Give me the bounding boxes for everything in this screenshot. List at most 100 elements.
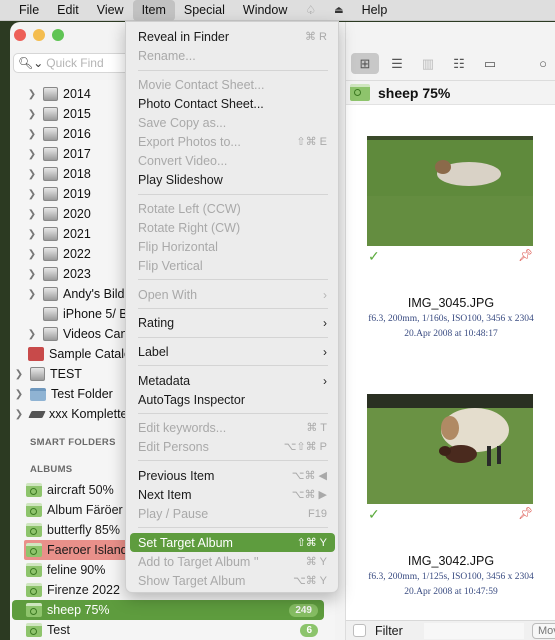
menu-item-reveal-in-finder[interactable]: Reveal in Finder ⌘ R bbox=[130, 27, 335, 46]
chevron-right-icon[interactable]: ❯ bbox=[14, 389, 24, 400]
disk-icon bbox=[43, 207, 58, 221]
chevron-right-icon[interactable]: ❯ bbox=[27, 209, 37, 220]
tree-item-2015[interactable]: ❯ 2015 bbox=[27, 104, 91, 124]
chevron-right-icon[interactable]: ❯ bbox=[27, 289, 37, 300]
eject-icon[interactable]: ⏏ bbox=[325, 5, 352, 16]
quick-find-field[interactable]: 🔍︎⌄ bbox=[13, 53, 138, 73]
smart-folders-heading[interactable]: SMART FOLDERS bbox=[30, 437, 116, 448]
menu-item-label-submenu[interactable]: Label › bbox=[130, 342, 335, 361]
quick-find-input[interactable] bbox=[46, 56, 137, 70]
search-icon[interactable]: 🔍︎⌄ bbox=[18, 56, 43, 70]
menu-window[interactable]: Window bbox=[234, 0, 296, 21]
chevron-right-icon[interactable]: ❯ bbox=[27, 149, 37, 160]
search-button[interactable]: ○ bbox=[529, 53, 555, 74]
chevron-right-icon[interactable]: ❯ bbox=[27, 169, 37, 180]
pin-icon[interactable]: 📌︎ bbox=[518, 506, 533, 520]
chevron-right-icon[interactable]: ❯ bbox=[27, 109, 37, 120]
menu-item-autotags-inspector[interactable]: AutoTags Inspector bbox=[130, 390, 335, 409]
menu-item-flip-horizontal[interactable]: Flip Horizontal bbox=[130, 237, 335, 256]
album-item-selected[interactable]: sheep 75% 249 bbox=[12, 600, 324, 620]
menu-item-show-target-album[interactable]: Show Target Album ⌥⌘ Y bbox=[130, 571, 335, 590]
menu-item-rotate-left[interactable]: Rotate Left (CCW) bbox=[130, 199, 335, 218]
menu-item-save-copy-as[interactable]: Save Copy as... bbox=[130, 113, 335, 132]
tree-item-2019[interactable]: ❯ 2019 bbox=[27, 184, 91, 204]
menu-item-edit-keywords[interactable]: Edit keywords... ⌘ T bbox=[130, 418, 335, 437]
tree-item-label: 2021 bbox=[63, 227, 91, 241]
chevron-right-icon[interactable]: ❯ bbox=[14, 369, 24, 380]
menu-special[interactable]: Special bbox=[175, 0, 234, 21]
close-button[interactable] bbox=[14, 29, 26, 41]
menu-separator bbox=[138, 365, 328, 366]
photo-thumbnail[interactable] bbox=[367, 394, 533, 504]
chevron-right-icon[interactable]: ❯ bbox=[27, 229, 37, 240]
album-item[interactable]: Faeroer Islands bbox=[24, 540, 134, 560]
disk-icon bbox=[43, 87, 58, 101]
menu-item-play-slideshow[interactable]: Play Slideshow bbox=[130, 170, 335, 189]
menu-item-next-item[interactable]: Next Item ⌥⌘ ▶ bbox=[130, 485, 335, 504]
menu-item-photo-contact-sheet[interactable]: Photo Contact Sheet... bbox=[130, 94, 335, 113]
tree-item-test[interactable]: ❯ TEST bbox=[14, 364, 82, 384]
menu-item-rating[interactable]: Rating › bbox=[130, 313, 335, 332]
tree-item-2020[interactable]: ❯ 2020 bbox=[27, 204, 91, 224]
menu-item-previous-item[interactable]: Previous Item ⌥⌘ ◀ bbox=[130, 466, 335, 485]
menu-item-rotate-right[interactable]: Rotate Right (CW) bbox=[130, 218, 335, 237]
filter-input[interactable] bbox=[424, 623, 524, 639]
menu-item[interactable]: Item bbox=[132, 0, 175, 21]
grid-view-button[interactable]: ⊞ bbox=[351, 53, 379, 74]
menu-item-flip-vertical[interactable]: Flip Vertical bbox=[130, 256, 335, 275]
tree-item-catalog[interactable]: Sample Catalog bbox=[28, 344, 138, 364]
chevron-right-icon[interactable]: ❯ bbox=[14, 409, 24, 420]
list-view-button[interactable]: ☰ bbox=[383, 53, 411, 74]
albums-heading[interactable]: ALBUMS bbox=[30, 464, 72, 475]
movie-button[interactable]: Movie bbox=[532, 623, 555, 639]
checkmark-icon[interactable]: ✓ bbox=[368, 248, 380, 265]
menu-item-convert-video[interactable]: Convert Video... bbox=[130, 151, 335, 170]
tree-item-volume[interactable]: ❯ Videos Cano bbox=[27, 324, 134, 344]
tree-item-2021[interactable]: ❯ 2021 bbox=[27, 224, 91, 244]
menu-item-add-to-target-album[interactable]: Add to Target Album '' ⌘ Y bbox=[130, 552, 335, 571]
filmstrip-view-button[interactable]: ▭ bbox=[476, 53, 504, 74]
menu-item-export-photos[interactable]: Export Photos to... ⇧⌘ E bbox=[130, 132, 335, 151]
chevron-right-icon[interactable]: ❯ bbox=[27, 129, 37, 140]
menu-item-metadata[interactable]: Metadata › bbox=[130, 371, 335, 390]
filter-bar: Filter Movie bbox=[346, 620, 555, 640]
tree-item-volume[interactable]: ❯ Andy's Bilde bbox=[27, 284, 131, 304]
album-item[interactable]: Test 6 bbox=[12, 620, 324, 640]
chevron-right-icon[interactable]: ❯ bbox=[27, 89, 37, 100]
pin-icon[interactable]: 📌︎ bbox=[518, 248, 533, 262]
chevron-right-icon[interactable]: ❯ bbox=[27, 249, 37, 260]
tree-item-2014[interactable]: ❯ 2014 bbox=[27, 84, 91, 104]
menu-item-rename[interactable]: Rename... bbox=[130, 46, 335, 65]
photo-thumbnail[interactable] bbox=[367, 136, 533, 246]
menu-item-play-pause[interactable]: Play / Pause F19 bbox=[130, 504, 335, 523]
tree-item-2017[interactable]: ❯ 2017 bbox=[27, 144, 91, 164]
detail-list-view-button[interactable]: ☷ bbox=[445, 53, 473, 74]
tree-item-drive[interactable]: ❯ xxx Komplette bbox=[14, 404, 128, 424]
menu-edit[interactable]: Edit bbox=[48, 0, 88, 21]
menu-view[interactable]: View bbox=[88, 0, 133, 21]
chevron-right-icon[interactable]: ❯ bbox=[27, 329, 37, 340]
tree-item-test-folder[interactable]: ❯ Test Folder bbox=[14, 384, 113, 404]
shortcut-label: ⇧⌘ E bbox=[296, 136, 327, 148]
menu-item-edit-persons[interactable]: Edit Persons ⌥⇧⌘ P bbox=[130, 437, 335, 456]
checkmark-icon[interactable]: ✓ bbox=[368, 506, 380, 523]
tree-item-2016[interactable]: ❯ 2016 bbox=[27, 124, 91, 144]
count-badge: 249 bbox=[289, 603, 318, 617]
zoom-button[interactable] bbox=[52, 29, 64, 41]
tree-item-2018[interactable]: ❯ 2018 bbox=[27, 164, 91, 184]
menu-help[interactable]: Help bbox=[353, 0, 397, 21]
filter-checkbox[interactable] bbox=[353, 624, 366, 637]
chevron-right-icon[interactable]: ❯ bbox=[27, 189, 37, 200]
menu-item-open-with[interactable]: Open With › bbox=[130, 285, 335, 304]
chevron-right-icon[interactable]: ❯ bbox=[27, 269, 37, 280]
menu-item-movie-contact-sheet[interactable]: Movie Contact Sheet... bbox=[130, 75, 335, 94]
minimize-button[interactable] bbox=[33, 29, 45, 41]
tree-item-volume[interactable]: ❯iPhone 5/ Ba bbox=[27, 304, 135, 324]
column-view-button[interactable]: ▥ bbox=[414, 53, 442, 74]
submenu-chevron-icon: › bbox=[323, 315, 327, 330]
script-icon[interactable]: ♤ bbox=[296, 3, 325, 17]
menu-item-set-target-album[interactable]: Set Target Album ⇧⌘ Y bbox=[130, 533, 335, 552]
menu-file[interactable]: File bbox=[0, 0, 48, 21]
tree-item-2023[interactable]: ❯ 2023 bbox=[27, 264, 91, 284]
tree-item-2022[interactable]: ❯ 2022 bbox=[27, 244, 91, 264]
